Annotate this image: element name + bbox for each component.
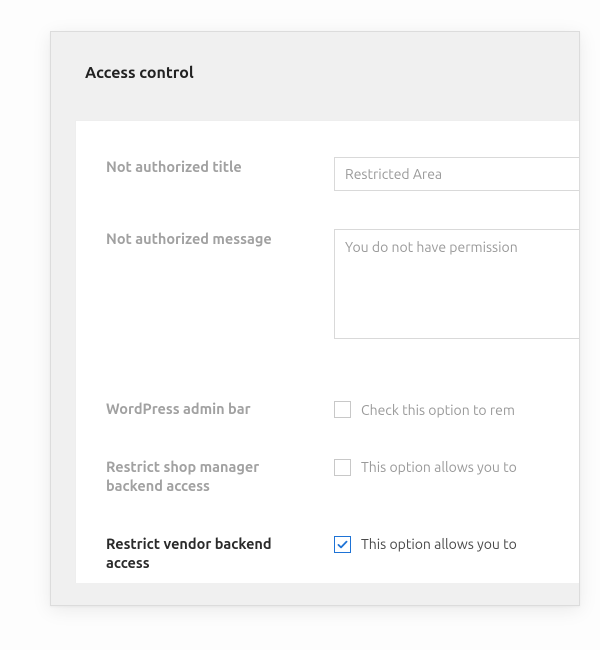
field-wp-admin-bar: Check this option to rem bbox=[334, 399, 579, 418]
spacer bbox=[76, 369, 579, 387]
row-wp-admin-bar: WordPress admin bar Check this option to… bbox=[76, 387, 579, 445]
desc-restrict-shop-manager: This option allows you to bbox=[361, 459, 517, 475]
checkline-restrict-vendor: This option allows you to bbox=[334, 534, 579, 553]
settings-panel: Not authorized title Not authorized mess… bbox=[75, 120, 579, 583]
settings-card: Access control Not authorized title Not … bbox=[50, 31, 580, 606]
row-restrict-vendor: Restrict vendor backend access This opti… bbox=[76, 522, 579, 583]
field-not-authorized-message bbox=[334, 229, 579, 343]
checkbox-wp-admin-bar[interactable] bbox=[334, 401, 351, 418]
label-restrict-vendor: Restrict vendor backend access bbox=[106, 534, 334, 573]
label-wp-admin-bar: WordPress admin bar bbox=[106, 399, 334, 419]
row-not-authorized-message: Not authorized message bbox=[76, 217, 579, 369]
field-restrict-vendor: This option allows you to bbox=[334, 534, 579, 553]
label-not-authorized-title: Not authorized title bbox=[106, 157, 334, 177]
field-not-authorized-title bbox=[334, 157, 579, 191]
textarea-not-authorized-message[interactable] bbox=[334, 229, 579, 339]
checkline-wp-admin-bar: Check this option to rem bbox=[334, 399, 579, 418]
input-not-authorized-title[interactable] bbox=[334, 157, 579, 191]
checkmark-icon bbox=[336, 538, 349, 551]
desc-restrict-vendor: This option allows you to bbox=[361, 536, 517, 552]
checkbox-restrict-vendor[interactable] bbox=[334, 536, 351, 553]
checkline-restrict-shop-manager: This option allows you to bbox=[334, 457, 579, 476]
label-not-authorized-message: Not authorized message bbox=[106, 229, 334, 249]
desc-wp-admin-bar: Check this option to rem bbox=[361, 402, 515, 418]
checkbox-restrict-shop-manager[interactable] bbox=[334, 459, 351, 476]
row-not-authorized-title: Not authorized title bbox=[76, 145, 579, 217]
row-restrict-shop-manager: Restrict shop manager backend access Thi… bbox=[76, 445, 579, 522]
field-restrict-shop-manager: This option allows you to bbox=[334, 457, 579, 476]
label-restrict-shop-manager: Restrict shop manager backend access bbox=[106, 457, 334, 496]
section-title: Access control bbox=[51, 32, 579, 82]
